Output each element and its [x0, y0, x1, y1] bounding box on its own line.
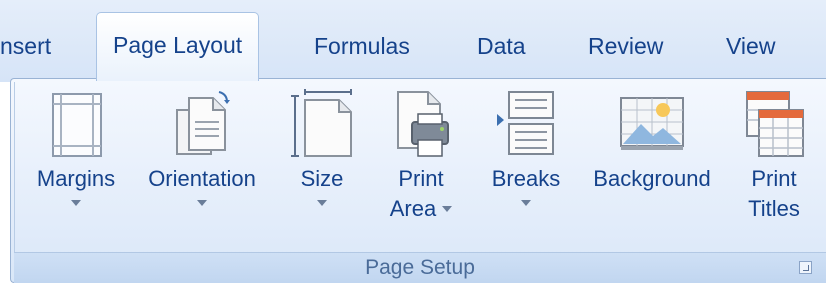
tab-review[interactable]: Review	[588, 14, 663, 78]
orientation-dropdown-arrow	[197, 200, 207, 206]
size-icon	[291, 89, 352, 157]
breaks-icon	[497, 91, 554, 155]
print-area-icon	[397, 91, 449, 157]
group-label-page-setup: Page Setup	[365, 256, 475, 279]
ribbon-tab-bar: nsert Page Layout Formulas Data Review V…	[0, 0, 826, 82]
margins-dropdown-arrow	[71, 200, 81, 206]
margins-button[interactable]: Margins	[30, 84, 122, 250]
tab-page-layout[interactable]: Page Layout	[96, 12, 260, 81]
tab-data[interactable]: Data	[477, 14, 526, 78]
dialog-launcher-icon[interactable]	[799, 261, 812, 274]
margins-icon	[52, 93, 102, 157]
orientation-icon	[176, 91, 230, 155]
print-area-label-line1: Print	[398, 166, 444, 191]
print-titles-button[interactable]: Print Titles	[732, 84, 816, 250]
print-area-dropdown-arrow	[442, 205, 453, 212]
breaks-label: Breaks	[491, 166, 561, 191]
page-setup-group-footer: Page Setup	[14, 252, 826, 283]
print-area-button[interactable]: Print Area	[374, 84, 468, 250]
background-button[interactable]: Background	[578, 84, 726, 250]
breaks-button[interactable]: Breaks	[480, 84, 572, 250]
print-titles-label-line2: Titles	[748, 196, 800, 221]
size-label: Size	[300, 166, 344, 191]
orientation-label: Orientation	[148, 166, 256, 191]
print-titles-label-line1: Print	[751, 166, 797, 191]
background-icon	[620, 97, 684, 150]
print-area-label-row: Area	[389, 194, 453, 224]
breaks-dropdown-arrow	[521, 200, 531, 206]
tab-view[interactable]: View	[726, 14, 775, 78]
print-titles-icon	[746, 91, 804, 157]
tab-formulas[interactable]: Formulas	[314, 14, 410, 78]
background-label: Background	[593, 166, 711, 191]
size-button[interactable]: Size	[282, 84, 362, 250]
orientation-button[interactable]: Orientation	[132, 84, 272, 250]
size-dropdown-arrow	[317, 200, 327, 206]
print-area-label-line2: Area	[389, 196, 437, 221]
tab-insert[interactable]: nsert	[0, 14, 51, 78]
margins-label: Margins	[36, 166, 116, 191]
